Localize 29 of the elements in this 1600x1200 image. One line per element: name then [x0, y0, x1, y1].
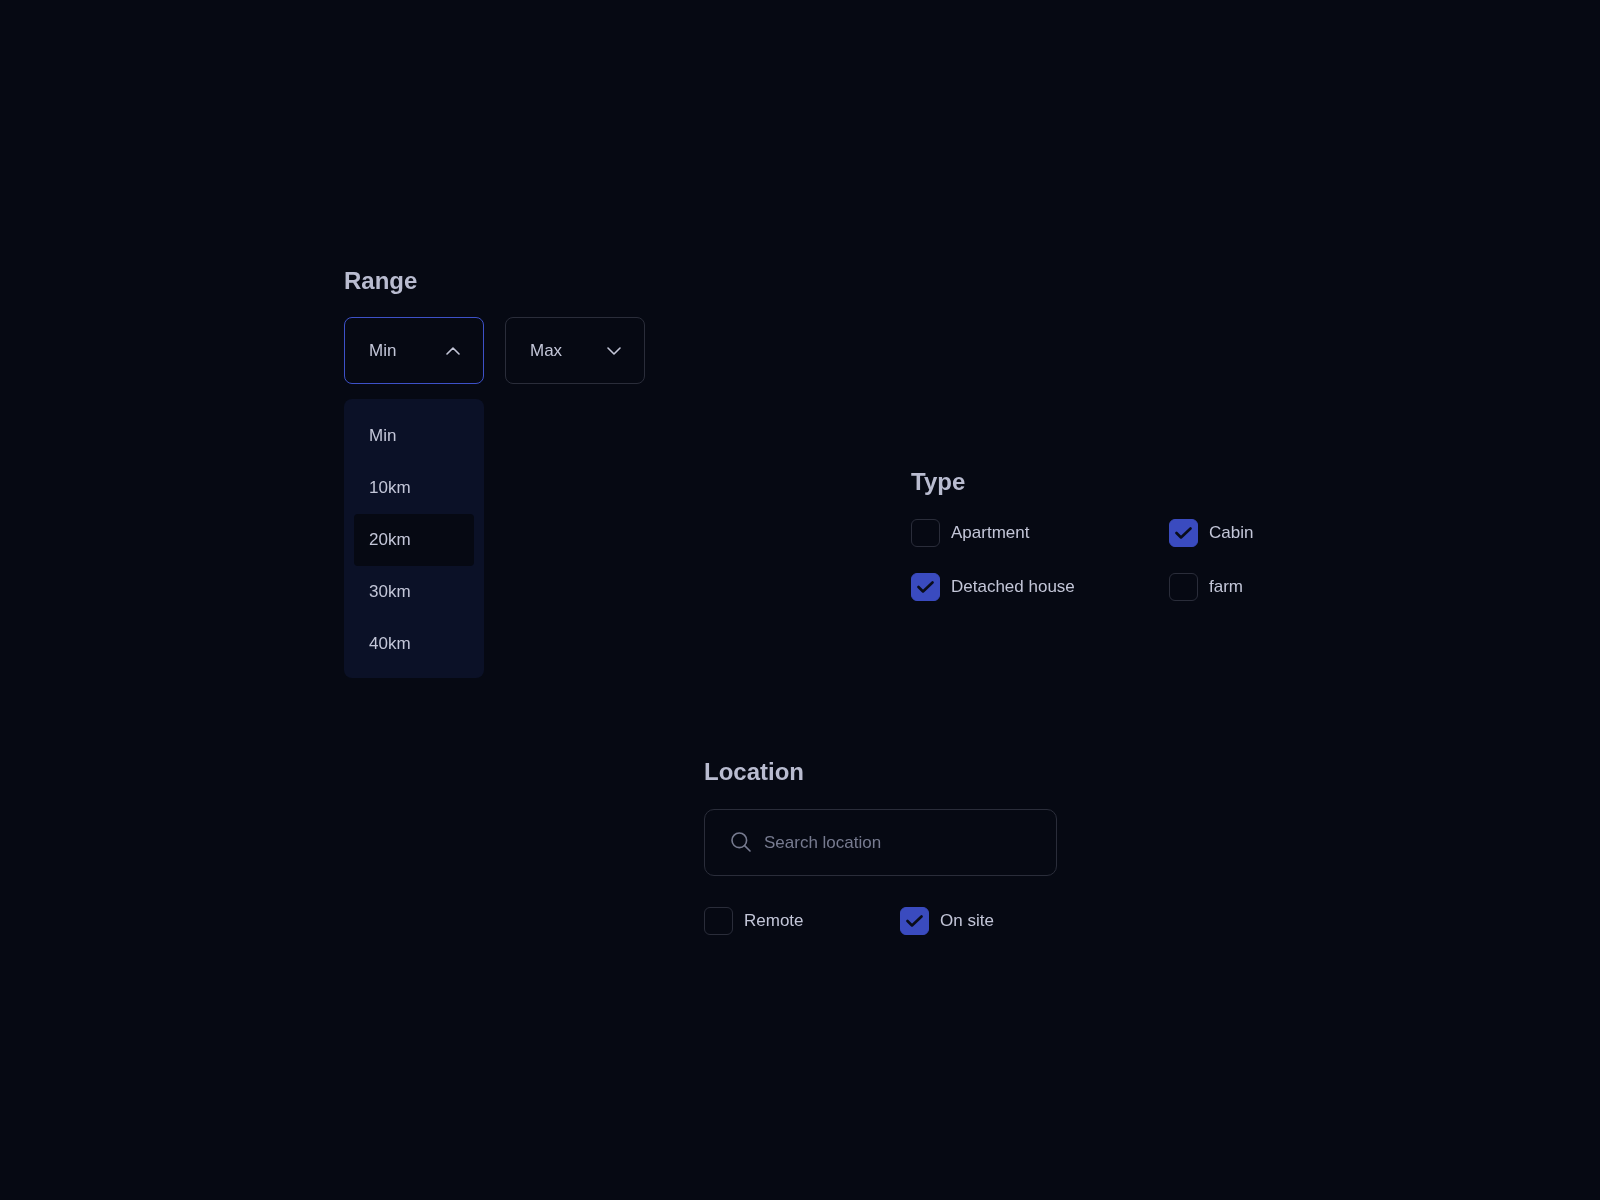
section-title: Range — [344, 266, 418, 295]
checkbox[interactable] — [900, 907, 929, 935]
menu-item[interactable]: 10km — [354, 462, 474, 514]
section-title: Location — [704, 757, 804, 786]
select-dropdown[interactable]: Max — [505, 317, 645, 384]
checkbox[interactable] — [704, 907, 733, 935]
checkbox-label: Detached house — [951, 577, 1075, 597]
checkbox[interactable] — [1169, 519, 1198, 547]
checkbox[interactable] — [1169, 573, 1198, 601]
checkbox-label: Remote — [744, 911, 804, 931]
checkbox-label: Apartment — [951, 523, 1030, 543]
caret-icon — [446, 346, 460, 355]
check-icon — [906, 915, 923, 927]
search-field[interactable]: Search location — [704, 809, 1057, 876]
menu-item[interactable]: 40km — [354, 618, 474, 670]
menu-item[interactable]: 30km — [354, 566, 474, 618]
checkbox[interactable] — [911, 573, 940, 601]
search-icon — [731, 832, 751, 852]
menu-item[interactable]: Min — [354, 410, 474, 462]
check-icon — [1175, 527, 1192, 539]
select-dropdown[interactable]: Min — [344, 317, 484, 384]
checkbox-label: Cabin — [1209, 523, 1254, 543]
checkbox-label: farm — [1209, 577, 1243, 597]
caret-icon — [607, 346, 621, 355]
checkbox-label: On site — [940, 911, 994, 931]
menu-item[interactable]: 20km — [354, 514, 474, 566]
check-icon — [917, 581, 934, 593]
checkbox[interactable] — [911, 519, 940, 547]
section-title: Type — [911, 467, 966, 496]
